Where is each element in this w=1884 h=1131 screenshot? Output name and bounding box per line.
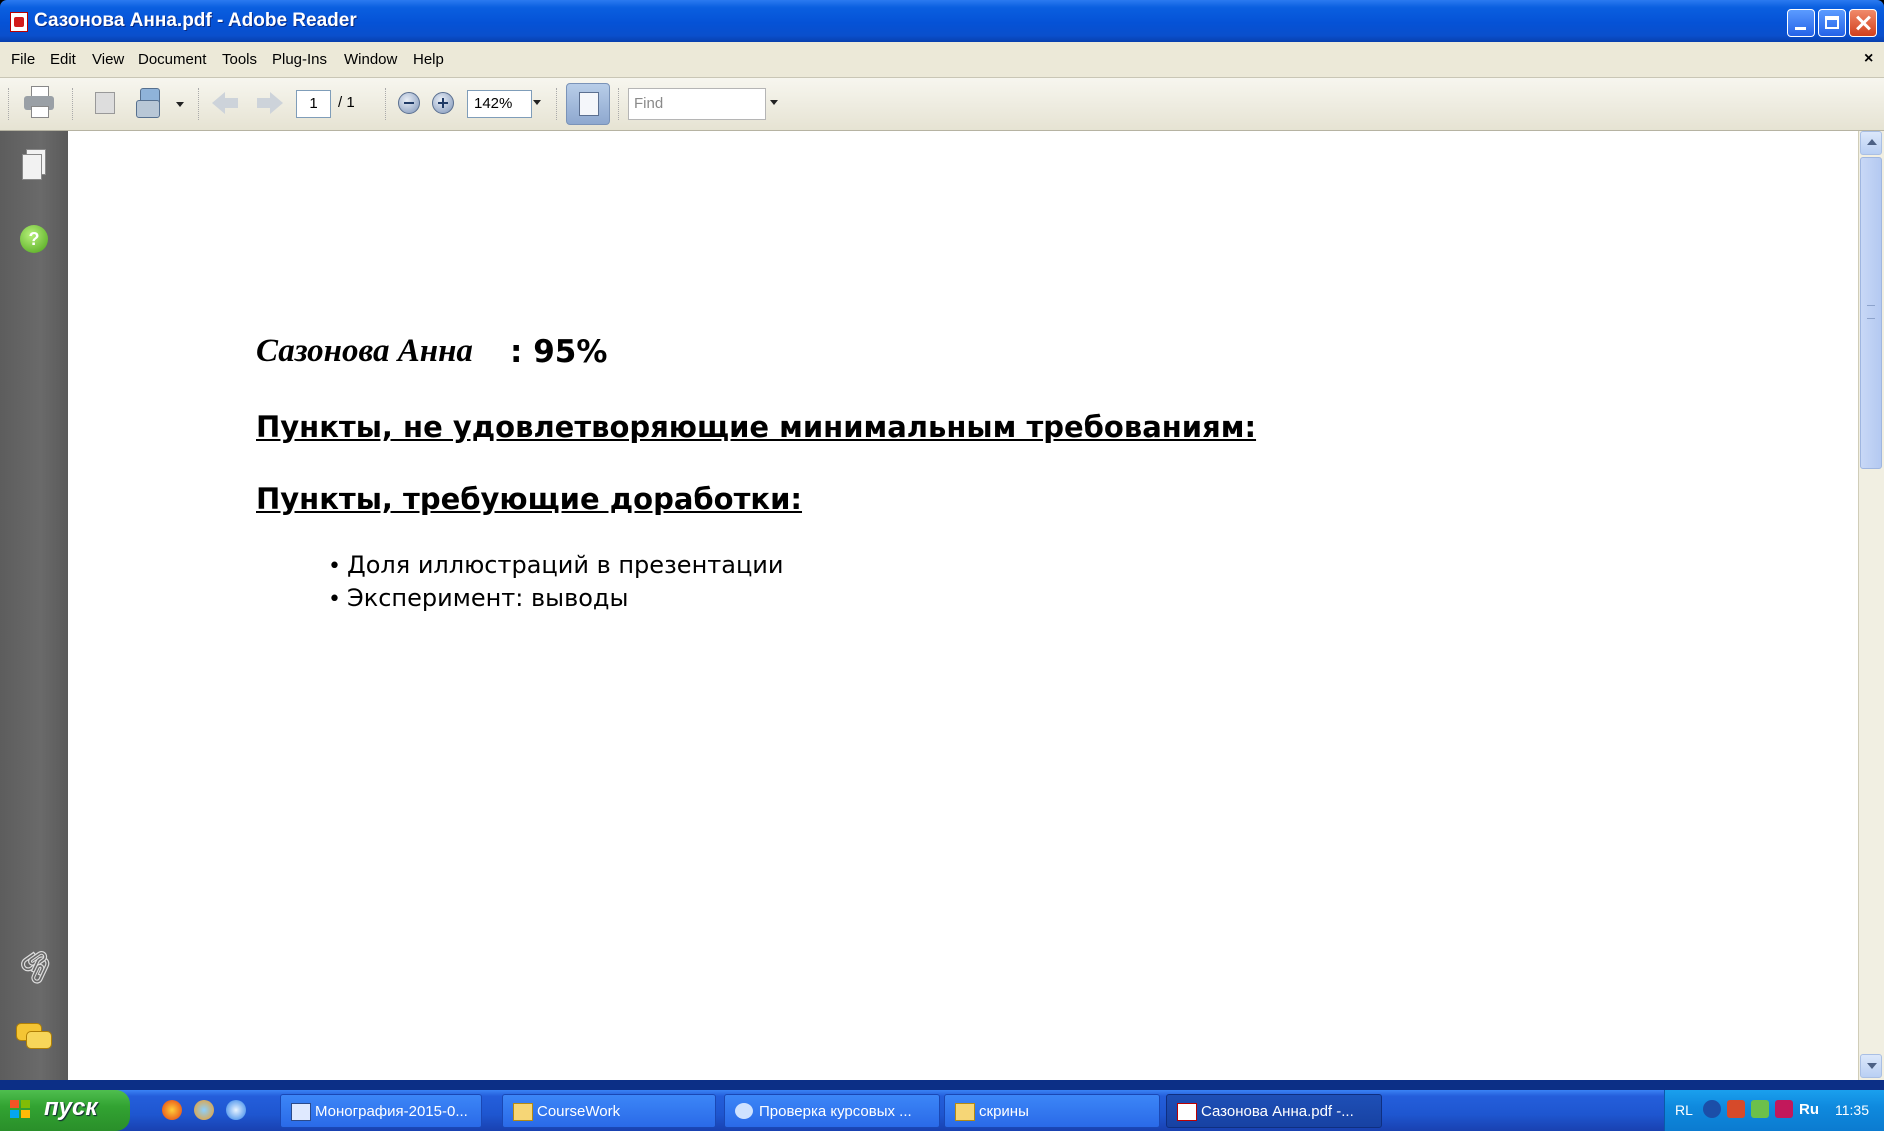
- student-name: Сазонова Анна: [256, 333, 473, 369]
- toolbar-separator: [556, 88, 559, 120]
- list-item: • Доля иллюстраций в презентации: [328, 551, 784, 579]
- scroll-down-button[interactable]: [1860, 1054, 1882, 1078]
- menu-file[interactable]: File: [11, 51, 35, 68]
- toolbar-separator: [198, 88, 201, 120]
- paperclip-icon[interactable]: 🖇: [11, 940, 61, 991]
- clock[interactable]: 11:35: [1835, 1102, 1869, 1118]
- zoom-level-input[interactable]: 142%: [467, 90, 532, 118]
- navigation-panel: ? 🖇: [0, 131, 68, 1080]
- pages-panel-button[interactable]: [22, 149, 46, 180]
- previous-page-button[interactable]: [212, 92, 238, 114]
- menu-help[interactable]: Help: [413, 51, 444, 68]
- help-icon[interactable]: ?: [20, 225, 48, 253]
- taskbar-item-coursework[interactable]: CourseWork: [502, 1094, 716, 1128]
- score-value: 95%: [510, 334, 607, 370]
- heading-needs-improvement: Пункты, требующие доработки:: [256, 482, 803, 516]
- minimize-button[interactable]: [1787, 9, 1815, 37]
- toolbar-separator: [72, 88, 75, 120]
- close-button[interactable]: [1849, 9, 1877, 37]
- menu-window[interactable]: Window: [344, 51, 397, 68]
- menu-bar: File Edit View Document Tools Plug-Ins W…: [0, 42, 1884, 78]
- kaspersky-icon[interactable]: [1775, 1100, 1793, 1118]
- system-tray: RL Ru 11:35: [1664, 1090, 1884, 1131]
- menu-edit[interactable]: Edit: [50, 51, 76, 68]
- page-number-input[interactable]: 1: [296, 90, 331, 118]
- folder-icon: [955, 1103, 975, 1121]
- bullet-icon: •: [328, 554, 341, 579]
- toolbar-separator: [618, 88, 621, 120]
- comments-icon[interactable]: [16, 1023, 52, 1051]
- opera-icon[interactable]: [162, 1100, 182, 1120]
- fit-width-button[interactable]: [566, 83, 610, 125]
- keyboard-layout[interactable]: Ru: [1799, 1101, 1819, 1118]
- zoom-dropdown-chevron-icon[interactable]: [533, 100, 541, 105]
- arrow-right-icon: [270, 92, 283, 114]
- start-button[interactable]: пуск: [0, 1090, 130, 1131]
- menu-tools[interactable]: Tools: [222, 51, 257, 68]
- pages-icon[interactable]: [95, 92, 115, 114]
- internet-explorer-icon[interactable]: [226, 1100, 246, 1120]
- print-button[interactable]: [24, 86, 54, 118]
- find-dropdown-chevron-icon[interactable]: [770, 100, 778, 105]
- zoom-out-button[interactable]: [398, 92, 420, 114]
- select-tool-button[interactable]: [136, 88, 184, 118]
- taskbar-border: [0, 1080, 1884, 1090]
- toolbar-separator: [385, 88, 388, 120]
- menu-document[interactable]: Document: [138, 51, 206, 68]
- network-icon[interactable]: [1727, 1100, 1745, 1118]
- browser-icon: [735, 1103, 753, 1119]
- maximize-button[interactable]: [1818, 9, 1846, 37]
- document-page[interactable]: Сазонова Анна 95% Пункты, не удовлетворя…: [68, 131, 1858, 1080]
- find-input[interactable]: Find: [628, 88, 766, 120]
- next-page-button[interactable]: [257, 92, 283, 114]
- arrow-left-icon: [212, 92, 225, 114]
- window-title: Сазонова Анна.pdf - Adobe Reader: [34, 10, 357, 31]
- menu-view[interactable]: View: [92, 51, 124, 68]
- chrome-icon[interactable]: [194, 1100, 214, 1120]
- back-arrow-icon[interactable]: [1703, 1100, 1721, 1118]
- checkmark-icon[interactable]: [1751, 1100, 1769, 1118]
- taskbar-item-pdf[interactable]: Сазонова Анна.pdf -...: [1166, 1094, 1382, 1128]
- fit-width-icon: [579, 92, 599, 116]
- scrollbar-grip-icon: [1867, 305, 1875, 319]
- start-label: пуск: [44, 1094, 98, 1121]
- maximize-icon: [1825, 16, 1839, 29]
- bullet-icon: •: [328, 587, 341, 612]
- close-document-button[interactable]: ×: [1864, 50, 1873, 68]
- minimize-icon: [1795, 27, 1806, 30]
- document-icon: [291, 1103, 311, 1121]
- menu-plugins[interactable]: Plug-Ins: [272, 51, 327, 68]
- language-indicator[interactable]: RL: [1675, 1102, 1693, 1118]
- taskbar-item-screens[interactable]: скрины: [944, 1094, 1160, 1128]
- page-total: / 1: [338, 94, 355, 111]
- pdf-icon: [1177, 1103, 1197, 1121]
- windows-logo-icon: [10, 1100, 32, 1120]
- minus-icon: [404, 102, 414, 104]
- taskbar-item-browser[interactable]: Проверка курсовых ...: [724, 1094, 940, 1128]
- folder-icon: [513, 1103, 533, 1121]
- list-item: • Эксперимент: выводы: [328, 584, 629, 612]
- adobe-reader-icon: [10, 12, 28, 32]
- scroll-up-button[interactable]: [1860, 131, 1882, 155]
- zoom-in-button[interactable]: [432, 92, 454, 114]
- toolbar: 1 / 1 142% Find: [0, 78, 1884, 131]
- hand-tool-icon: [136, 100, 160, 118]
- toolbar-grip: [8, 88, 11, 120]
- title-bar[interactable]: Сазонова Анна.pdf - Adobe Reader: [0, 0, 1884, 42]
- chevron-down-icon[interactable]: [176, 102, 184, 107]
- heading-minimum-requirements: Пункты, не удовлетворяющие минимальным т…: [256, 410, 1257, 444]
- taskbar-item-monograph[interactable]: Монография-2015-0...: [280, 1094, 482, 1128]
